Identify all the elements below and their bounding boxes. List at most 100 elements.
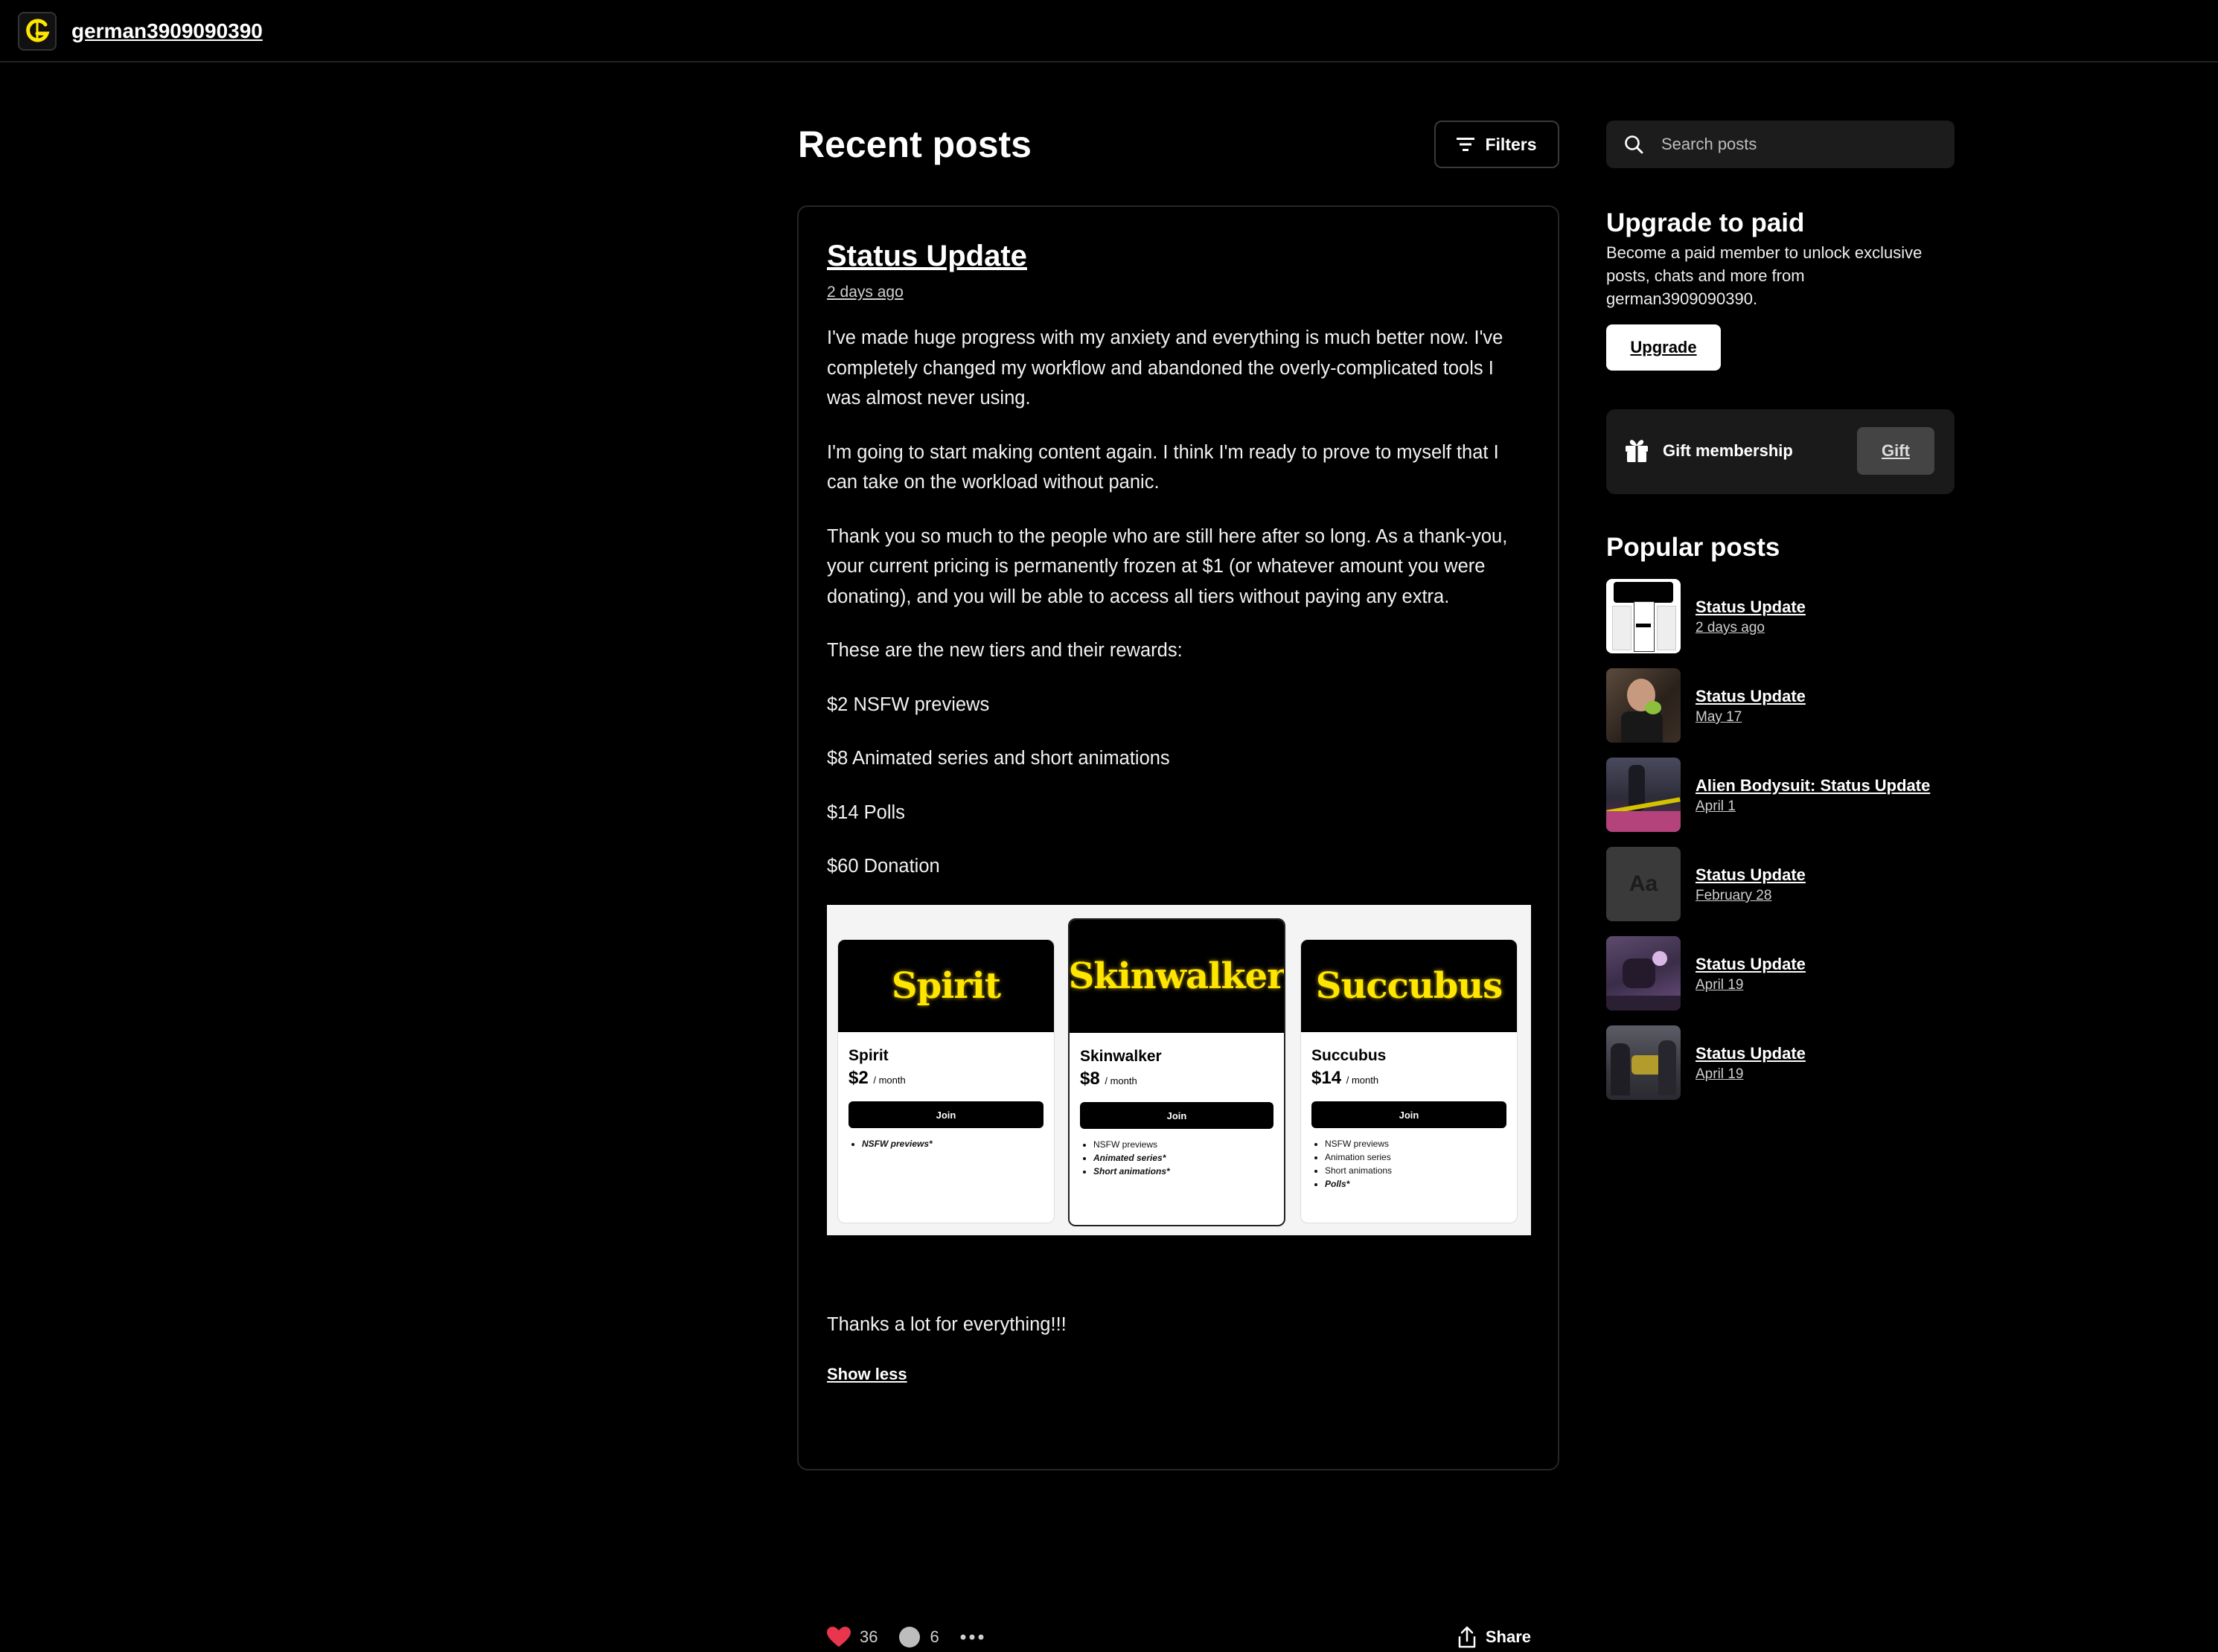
tier-join-button: Join <box>848 1101 1044 1128</box>
popular-post-thumbnail: Aa <box>1606 847 1681 921</box>
tier-card-skinwalker: Skinwalker Skinwalker $8 / month Join NS… <box>1068 918 1285 1226</box>
popular-posts-title: Popular posts <box>1606 533 1780 562</box>
popular-post-title[interactable]: Status Update <box>1696 865 1806 886</box>
tier-perk: Animated series* <box>1093 1151 1273 1165</box>
tier-price: $2 / month <box>848 1066 1044 1092</box>
popular-post-date: May 17 <box>1696 709 1742 725</box>
comment-icon <box>899 1627 921 1648</box>
popular-post-item[interactable]: Status Update May 17 <box>1606 668 1956 743</box>
popular-post-date: February 28 <box>1696 888 1772 903</box>
tier-perks: NSFW previews Animated series* Short ani… <box>1080 1138 1273 1178</box>
popular-post-title[interactable]: Alien Bodysuit: Status Update <box>1696 775 1930 796</box>
post-paragraph: $2 NSFW previews <box>827 694 990 715</box>
popular-post-item[interactable]: Aa Status Update February 28 <box>1606 847 1956 921</box>
popular-post-thumbnail <box>1606 936 1681 1011</box>
upgrade-description: Become a paid member to unlock exclusive… <box>1606 243 1923 308</box>
tier-name: Succubus <box>1311 1047 1387 1064</box>
gift-membership-card: Gift membership Gift <box>1606 409 1955 494</box>
popular-post-thumbnail <box>1606 758 1681 832</box>
post-paragraph: $14 Polls <box>827 801 905 823</box>
gift-button[interactable]: Gift <box>1857 427 1934 475</box>
show-less-link[interactable]: Show less <box>827 1363 907 1386</box>
share-icon <box>1458 1626 1476 1648</box>
tier-perks: NSFW previews Animation series Short ani… <box>1311 1137 1506 1191</box>
tier-price-period: / month <box>1346 1075 1379 1086</box>
tier-price-period: / month <box>873 1075 906 1086</box>
post-image-tiers[interactable]: Spirit Spirit $2 / month Join NSFW previ… <box>827 905 1531 1235</box>
tier-price: $14 / month <box>1311 1066 1506 1092</box>
post-paragraph: I'm going to start making content again.… <box>827 441 1499 493</box>
tier-banner: Spirit <box>838 940 1054 1032</box>
post-card: Status Update 2 days ago I've made huge … <box>797 205 1559 1648</box>
popular-post-thumbnail <box>1606 579 1681 653</box>
tier-banner-text: Succubus <box>1315 965 1503 1007</box>
gift-membership-label: Gift membership <box>1663 441 1793 460</box>
popular-post-item[interactable]: Status Update April 19 <box>1606 1025 1956 1100</box>
popular-post-date: April 1 <box>1696 798 1736 814</box>
post-paragraph: $8 Animated series and short animations <box>827 748 1170 769</box>
tier-price-period: / month <box>1105 1075 1137 1086</box>
filters-label: Filters <box>1485 134 1537 154</box>
share-label: Share <box>1485 1627 1531 1646</box>
popular-post-item[interactable]: Status Update 2 days ago <box>1606 579 1956 653</box>
comment-count: 6 <box>930 1627 939 1646</box>
tier-perk: Polls* <box>1325 1177 1506 1191</box>
post-date-link[interactable]: 2 days ago <box>827 281 904 304</box>
tier-banner-text: Spirit <box>891 965 1001 1007</box>
tier-perk: NSFW previews <box>1325 1137 1506 1150</box>
popular-post-item[interactable]: Status Update April 19 <box>1606 936 1956 1011</box>
popular-post-thumbnail <box>1606 668 1681 743</box>
tier-banner: Skinwalker <box>1070 920 1284 1033</box>
tier-perk: Short animations* <box>1093 1165 1273 1178</box>
search-input[interactable] <box>1660 134 1946 155</box>
popular-post-date: April 19 <box>1696 1066 1744 1082</box>
tier-banner-text: Skinwalker <box>1068 955 1285 997</box>
search-box <box>1606 121 1955 168</box>
popular-post-date: 2 days ago <box>1696 620 1765 635</box>
tier-perk: Short animations <box>1325 1164 1506 1177</box>
creator-name-link[interactable]: german3909090390 <box>71 16 263 46</box>
like-count: 36 <box>860 1627 878 1646</box>
post-paragraph: Thank you so much to the people who are … <box>827 525 1508 607</box>
tier-perk: NSFW previews* <box>862 1137 1044 1150</box>
filters-button[interactable]: Filters <box>1434 121 1559 168</box>
popular-post-thumbnail <box>1606 1025 1681 1100</box>
creator-logo-icon <box>26 19 50 42</box>
filter-icon <box>1457 138 1475 151</box>
tier-perks: NSFW previews* <box>848 1137 1044 1150</box>
popular-post-date: April 19 <box>1696 977 1744 993</box>
popular-post-title[interactable]: Status Update <box>1696 1043 1806 1064</box>
creator-logo[interactable] <box>18 12 57 51</box>
post-title-link[interactable]: Status Update <box>827 235 1027 277</box>
popular-post-item[interactable]: Alien Bodysuit: Status Update April 1 <box>1606 758 1956 832</box>
page-title: Recent posts <box>798 124 1032 165</box>
post-actions: 36 6 Share <box>827 1622 1531 1652</box>
tier-perk: Animation series <box>1325 1150 1506 1164</box>
top-bar: german3909090390 <box>0 0 2218 63</box>
popular-post-title[interactable]: Status Update <box>1696 954 1806 975</box>
search-icon <box>1625 135 1643 154</box>
tier-card-succubus: Succubus Succubus $14 / month Join NSFW … <box>1300 939 1518 1223</box>
tier-price-value: $14 <box>1311 1068 1342 1088</box>
thumbnail-placeholder-text: Aa <box>1629 871 1658 896</box>
popular-post-title[interactable]: Status Update <box>1696 686 1806 707</box>
share-button[interactable]: Share <box>1457 1626 1531 1648</box>
more-options-button[interactable] <box>960 1634 984 1640</box>
tier-name: Spirit <box>848 1047 889 1064</box>
tier-join-button: Join <box>1080 1102 1273 1129</box>
tier-banner: Succubus <box>1301 940 1517 1032</box>
comments-button[interactable]: 6 <box>898 1626 939 1648</box>
tier-price-value: $2 <box>848 1068 869 1088</box>
tier-name: Skinwalker <box>1080 1048 1162 1065</box>
like-button[interactable]: 36 <box>827 1627 878 1648</box>
heart-icon <box>827 1627 851 1647</box>
upgrade-button[interactable]: Upgrade <box>1606 324 1721 371</box>
tier-join-button: Join <box>1311 1101 1506 1128</box>
post-paragraph: I've made huge progress with my anxiety … <box>827 327 1503 409</box>
popular-post-title[interactable]: Status Update <box>1696 597 1806 618</box>
gift-icon <box>1626 440 1648 462</box>
tier-card-spirit: Spirit Spirit $2 / month Join NSFW previ… <box>837 939 1055 1223</box>
more-icon <box>960 1634 984 1640</box>
post-closing: Thanks a lot for everything!!! <box>827 1314 1067 1335</box>
tier-perk: NSFW previews <box>1093 1138 1273 1151</box>
